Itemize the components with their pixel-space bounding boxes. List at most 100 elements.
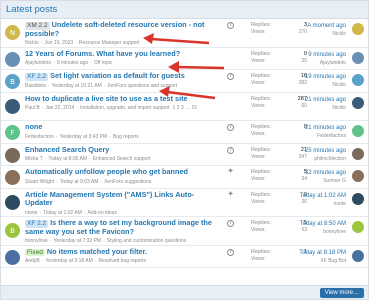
thread-forum-link[interactable]: Resource Manager support [79, 40, 140, 46]
latest-post-user[interactable]: bonnylove [300, 228, 346, 236]
thread-meta: Ajaylundeto · 9 minutes ago · Off topic [25, 60, 220, 66]
thread-forum-link[interactable]: Enhanced Search support [93, 156, 151, 162]
latest-post: 21 minutes ago Nicklo [305, 96, 346, 112]
latest-post-user[interactable]: Nicklo [305, 81, 346, 89]
latest-post-time[interactable]: 19 minutes ago [305, 73, 346, 81]
latest-post-user[interactable]: Sumner G [305, 177, 346, 185]
thread-row[interactable]: N XM 2.2 Undelete soft-deleted resource ve… [1, 19, 368, 48]
thread-date[interactable]: Yesterday at 3:43 PM [60, 134, 108, 140]
meta-separator: · [83, 209, 86, 216]
thread-forum-link[interactable]: Off topic [94, 60, 113, 66]
thread-pages[interactable]: 1 2 3 … 15 [173, 105, 197, 111]
thread-title-link[interactable]: Is there a way to set my background imag… [25, 219, 212, 236]
thread-author-link[interactable]: Paul B [25, 105, 40, 111]
latest-post-user[interactable]: noote [300, 200, 346, 208]
thread-date[interactable]: Today at 1:02 AM [43, 210, 82, 216]
thread-forum-link[interactable]: Styling and customization questions [107, 238, 187, 244]
thread-title-link[interactable]: Automatically unfollow people who get ba… [25, 168, 188, 176]
thread-author-link[interactable]: Misha T [25, 156, 43, 162]
author-avatar[interactable] [5, 98, 20, 114]
thread-date[interactable]: Today at 9:03 AM [60, 179, 99, 185]
latest-post-user[interactable]: Fedexfactors [305, 132, 346, 140]
thread-title-link[interactable]: No items matched your filter. [47, 248, 147, 256]
thread-prefix-badge[interactable]: Fixed [25, 248, 45, 257]
thread-forum-link[interactable]: XenForo questions and support [107, 83, 177, 89]
thread-date[interactable]: Yesterday at 10:21 AM [52, 83, 102, 89]
thread-row[interactable]: Fixed No items matched your filter. AndyB ·… [1, 246, 368, 268]
latest-post-time[interactable]: Today at 1:02 AM [300, 192, 346, 200]
author-avatar[interactable]: B [5, 74, 20, 89]
latest-post-time[interactable]: 25 minutes ago [305, 147, 346, 155]
thread-author-link[interactable]: Fedexfactors [25, 134, 54, 140]
thread-forum-link[interactable]: XenForo suggestions [104, 179, 151, 185]
thread-row[interactable]: 12 Years of Forums. What have you learne… [1, 48, 368, 70]
thread-row[interactable]: Enhanced Search Query Misha T · Today at 8:… [1, 144, 368, 166]
thread-title-link[interactable]: none [25, 123, 42, 131]
thread-forum-link[interactable]: Bug reports [113, 134, 139, 140]
thread-date[interactable]: 9 minutes ago [57, 60, 88, 66]
thread-title-link[interactable]: How to duplicate a live site to use as a… [25, 95, 188, 103]
latest-post-time[interactable]: 32 minutes ago [305, 169, 346, 177]
latest-user-avatar[interactable] [352, 170, 364, 182]
view-more-button[interactable]: View more… [319, 288, 364, 298]
thread-title-link[interactable]: Enhanced Search Query [25, 146, 109, 154]
thread-date[interactable]: Today at 8:00 AM [48, 156, 87, 162]
thread-meta: Bawldsiw · Yesterday at 10:21 AM · XenForo q… [25, 83, 220, 89]
latest-user-avatar[interactable] [352, 96, 364, 109]
thread-title-link[interactable]: 12 Years of Forums. What have you learne… [25, 50, 180, 58]
latest-user-avatar[interactable] [352, 125, 364, 137]
thread-row[interactable]: Article Management System ("AMS") Links … [1, 189, 368, 217]
latest-user-avatar[interactable] [352, 23, 364, 35]
thread-author-link[interactable]: Nicklo [25, 40, 39, 46]
latest-post-time[interactable]: 21 minutes ago [305, 96, 346, 104]
author-avatar[interactable] [5, 170, 20, 185]
thread-forum-link[interactable]: Installation, upgrade, and import suppor… [80, 105, 170, 111]
thread-row[interactable]: Automatically unfollow people who get ba… [1, 166, 368, 189]
latest-post-user[interactable]: Ajaylundeto [308, 59, 346, 67]
thread-author-link[interactable]: AndyB [25, 258, 40, 264]
latest-post-time[interactable]: A moment ago [307, 22, 346, 30]
thread-forum-link[interactable]: Resolved bug reports [98, 258, 146, 264]
thread-stats: Replies: 21 Views: 347 [251, 147, 307, 161]
thread-author-link[interactable]: bonnylove [25, 238, 48, 244]
author-avatar[interactable] [5, 147, 20, 163]
author-avatar[interactable] [5, 51, 20, 67]
author-avatar[interactable]: N [5, 25, 20, 40]
author-avatar[interactable]: F [5, 125, 20, 140]
latest-post-time[interactable]: 21 minutes ago [305, 124, 346, 132]
thread-row[interactable]: Fnone Fedexfactors · Yesterday at 3:43 PM · B… [1, 121, 368, 144]
thread-title-link[interactable]: Set light variation as default for guest… [50, 72, 185, 80]
thread-date[interactable]: Jan 22, 2014 [45, 105, 74, 111]
thread-author-link[interactable]: Stuart Wright [25, 179, 54, 185]
thread-author-link[interactable]: Ajaylundeto [25, 60, 51, 66]
thread-author-link[interactable]: noote [25, 210, 38, 216]
thread-date[interactable]: Yesterday at 7:32 PM [53, 238, 101, 244]
author-avatar[interactable] [5, 194, 20, 210]
author-avatar[interactable] [5, 249, 20, 265]
thread-row[interactable]: How to duplicate a live site to use as a… [1, 93, 368, 121]
latest-post-user[interactable]: Nicklo [305, 104, 346, 112]
latest-user-avatar[interactable] [352, 221, 364, 233]
latest-user-avatar[interactable] [352, 249, 364, 262]
panel-title: Latest posts [1, 1, 368, 19]
latest-post-time[interactable]: Today at 8:50 AM [300, 220, 346, 228]
thread-title-link[interactable]: Undelete soft-deleted resource version -… [25, 21, 204, 38]
thread-date[interactable]: Yesterday at 3:18 AM [45, 258, 92, 264]
thread-title-link[interactable]: Article Management System ("AMS") Links … [25, 191, 194, 208]
author-avatar[interactable]: B [5, 223, 20, 238]
latest-post-user[interactable]: XF Bug Bot [299, 257, 346, 265]
thread-row[interactable]: B XF 2.2 Is there a way to set my backgrou… [1, 217, 368, 246]
latest-user-avatar[interactable] [352, 74, 364, 86]
thread-row[interactable]: B XF 2.2 Set light variation as default fo… [1, 70, 368, 93]
latest-post-time[interactable]: 9 minutes ago [308, 51, 346, 59]
thread-date[interactable]: Jun 19, 2023 [44, 40, 73, 46]
latest-post-user[interactable]: Nicklo [307, 30, 346, 38]
latest-user-avatar[interactable] [352, 192, 364, 205]
thread-author-link[interactable]: Bawldsiw [25, 83, 46, 89]
latest-user-avatar[interactable] [352, 51, 364, 64]
latest-post-time[interactable]: Today at 8:18 PM [299, 249, 346, 257]
thread-forum-link[interactable]: Add-on ideas [88, 210, 117, 216]
thread-prefix-badge[interactable]: XF 2.2 [25, 73, 49, 81]
latest-post-user[interactable]: philmchlection [305, 155, 346, 163]
latest-user-avatar[interactable] [352, 147, 364, 160]
